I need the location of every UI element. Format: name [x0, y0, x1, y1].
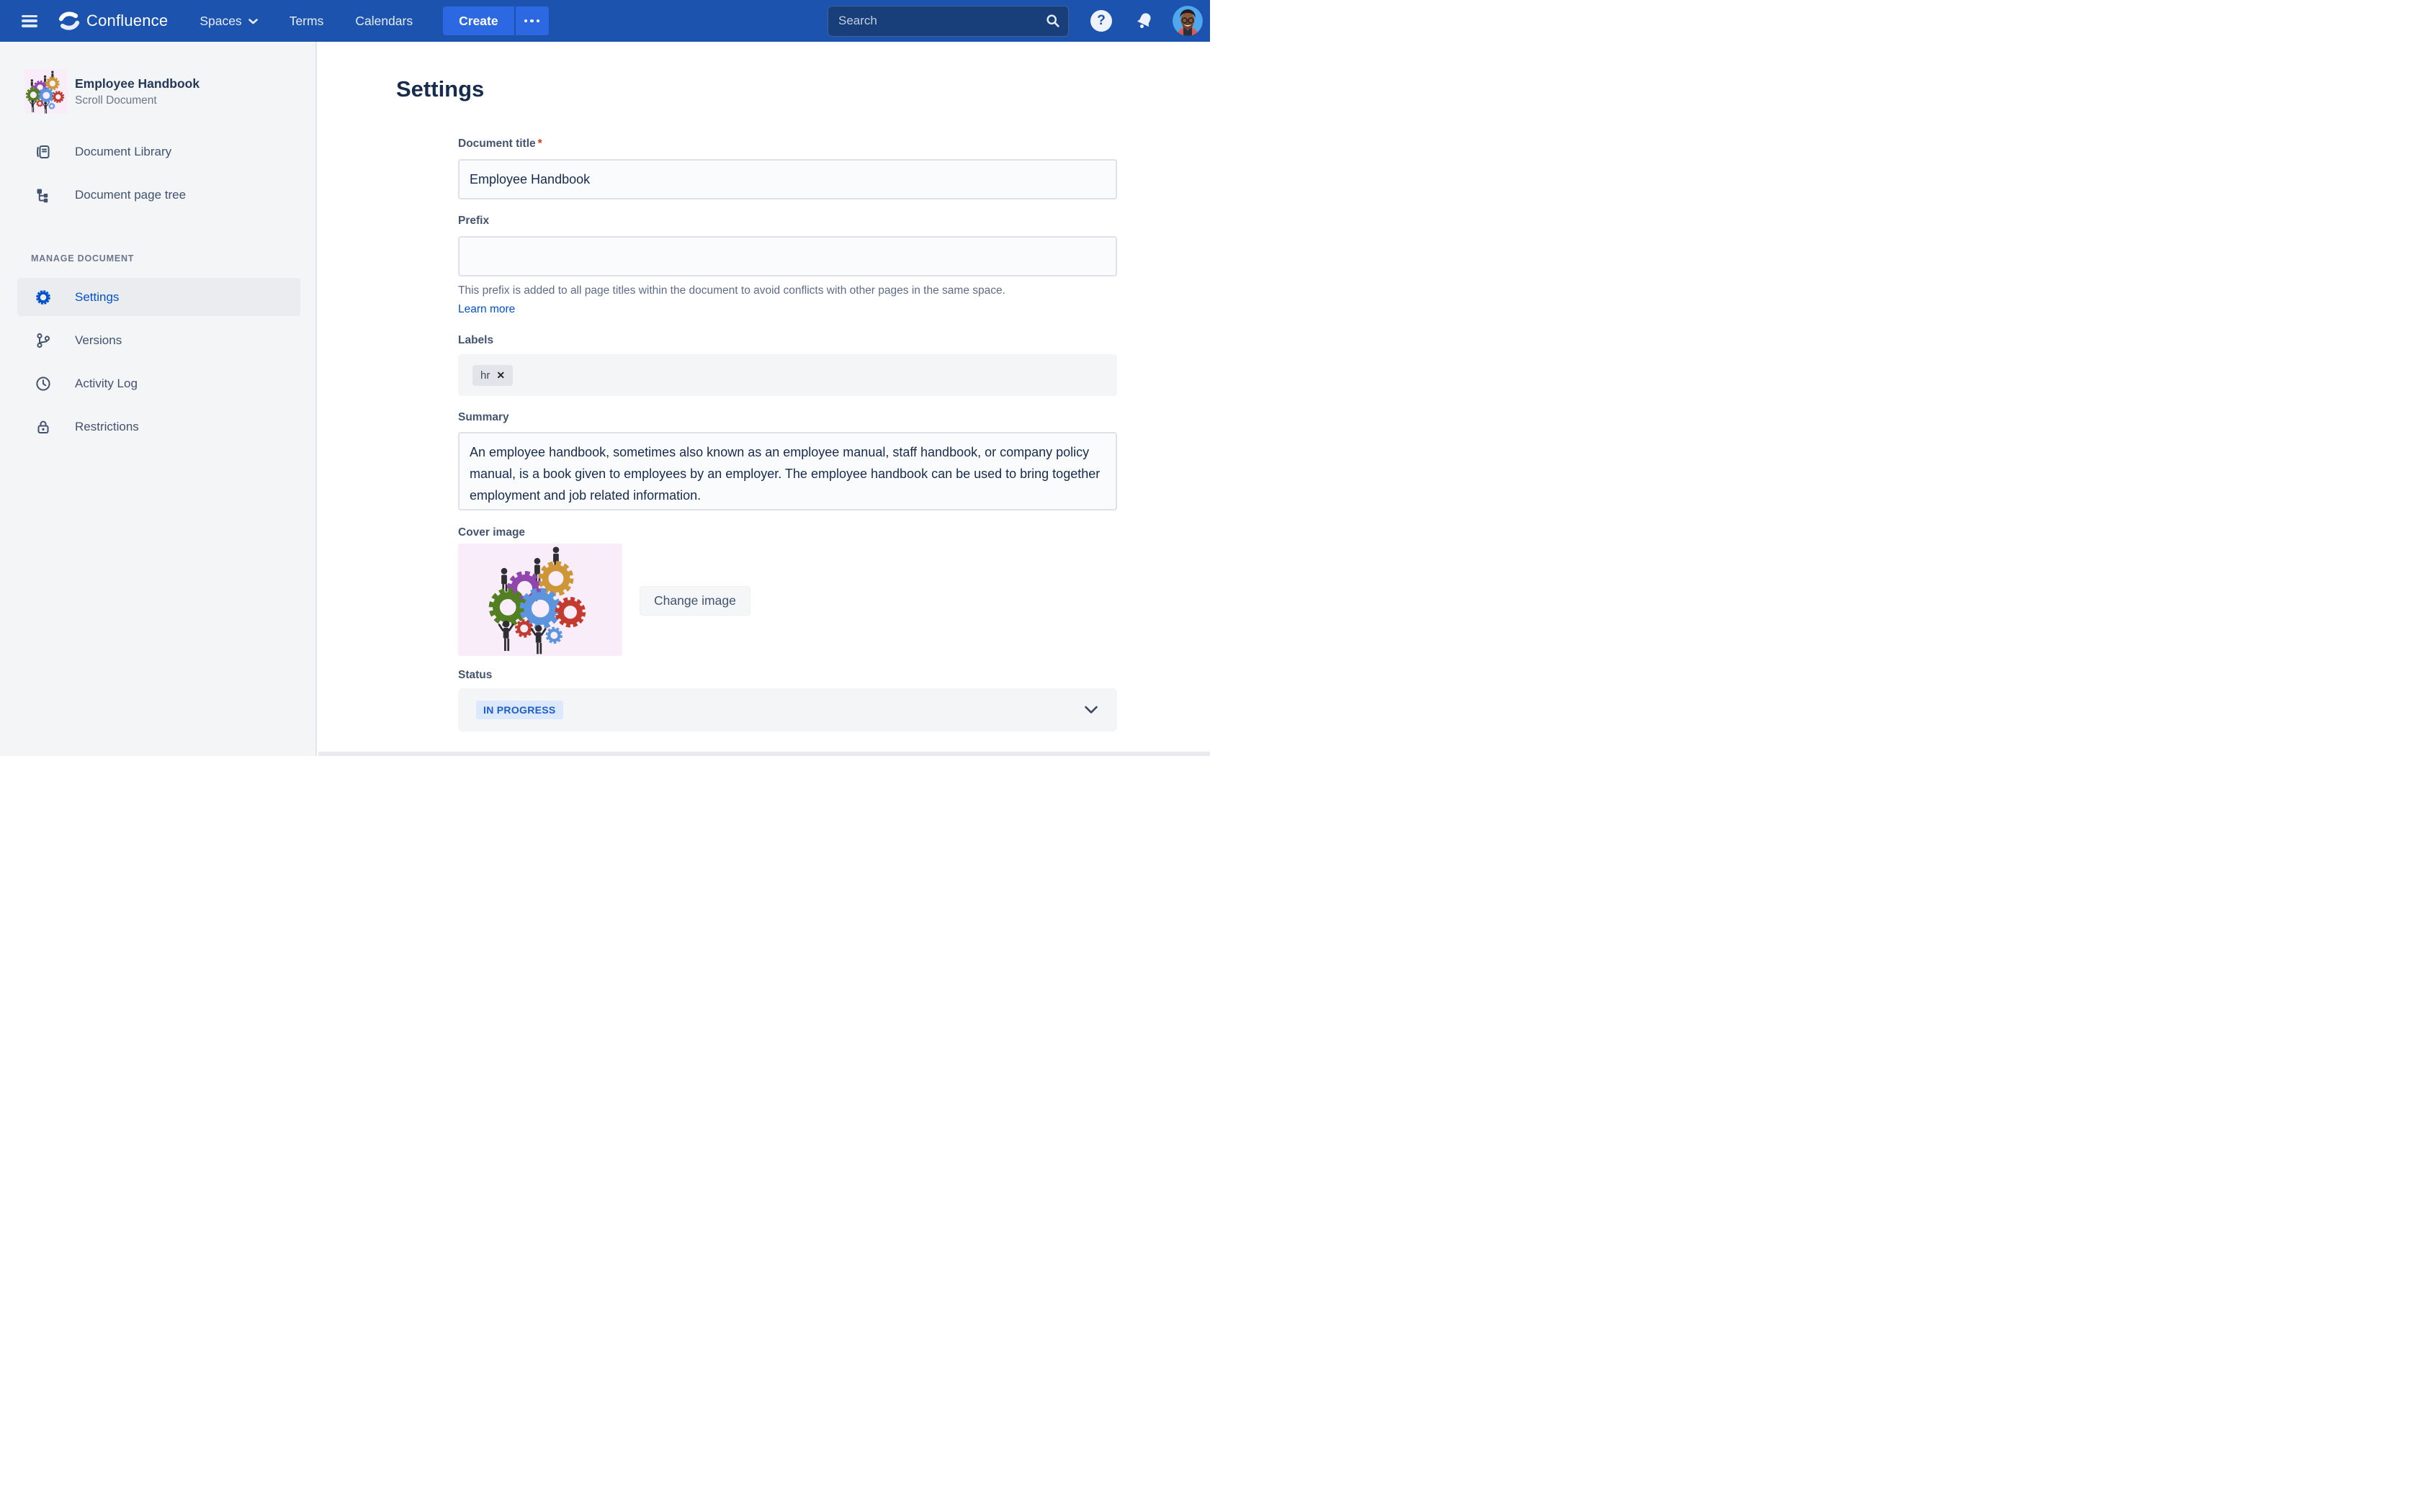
change-image-button[interactable]: Change image	[640, 586, 750, 616]
status-dropdown[interactable]: IN PROGRESS	[458, 688, 1117, 732]
sidebar-item-restrictions[interactable]: Restrictions	[0, 414, 315, 440]
sidebar-item-label: Versions	[75, 333, 122, 348]
sidebar-item-label: Restrictions	[75, 420, 139, 434]
sidebar: Employee Handbook Scroll Document Docume…	[0, 42, 317, 756]
status-label: Status	[458, 669, 1117, 682]
create-button[interactable]: Create	[443, 6, 514, 35]
settings-form: Document title* Prefix This prefix is ad…	[458, 138, 1117, 732]
tree-icon	[35, 186, 52, 204]
tag-remove-icon[interactable]: ✕	[496, 369, 505, 382]
top-navbar: Confluence Spaces Terms Calendars Create…	[0, 0, 1210, 42]
document-title-label: Document title*	[458, 138, 542, 150]
nav-calendars[interactable]: Calendars	[355, 14, 413, 29]
prefix-help-text: This prefix is added to all page titles …	[458, 284, 1117, 297]
notebook-icon	[35, 143, 52, 161]
search-container	[828, 6, 1069, 37]
create-split-button: Create	[443, 6, 548, 35]
confluence-logo-icon	[58, 9, 81, 32]
gear-icon	[35, 289, 52, 306]
clock-icon	[35, 375, 52, 392]
document-header: Employee Handbook Scroll Document	[24, 69, 315, 114]
manage-document-section-header: MANAGE DOCUMENT	[31, 253, 315, 264]
search-icon[interactable]	[1040, 9, 1066, 34]
sidebar-item-label: Settings	[75, 290, 119, 305]
settings-page: Settings Document title* Prefix This pre…	[318, 42, 1210, 756]
sidebar-item-activity-log[interactable]: Activity Log	[0, 371, 315, 397]
sidebar-item-label: Activity Log	[75, 377, 138, 391]
notifications-bell-icon[interactable]	[1134, 10, 1155, 32]
label-tag-text: hr	[480, 369, 490, 382]
status-badge: IN PROGRESS	[476, 701, 563, 719]
learn-more-link[interactable]: Learn more	[458, 303, 515, 316]
nav-spaces[interactable]: Spaces	[200, 14, 257, 29]
document-type: Scroll Document	[75, 94, 200, 107]
page-bottom-divider	[318, 752, 1210, 756]
sidebar-item-label: Document page tree	[75, 188, 186, 202]
more-button[interactable]	[516, 6, 549, 35]
confluence-logo[interactable]: Confluence	[58, 9, 168, 32]
hamburger-menu-icon[interactable]	[22, 15, 37, 27]
labels-label: Labels	[458, 334, 1117, 347]
sidebar-item-document-library[interactable]: Document Library	[0, 139, 315, 165]
help-icon[interactable]: ?	[1090, 10, 1112, 32]
document-title: Employee Handbook	[75, 76, 200, 91]
cover-image-label: Cover image	[458, 526, 1117, 539]
ellipsis-icon	[524, 19, 528, 23]
sidebar-item-document-page-tree[interactable]: Document page tree	[0, 182, 315, 208]
sidebar-item-label: Document Library	[75, 145, 171, 159]
user-avatar[interactable]	[1173, 6, 1203, 36]
page-title: Settings	[396, 76, 1210, 102]
nav-terms[interactable]: Terms	[290, 14, 324, 29]
labels-field[interactable]: hr ✕	[458, 354, 1117, 396]
prefix-label: Prefix	[458, 215, 1117, 228]
sidebar-item-versions[interactable]: Versions	[0, 328, 315, 354]
sidebar-item-settings-active[interactable]: Settings	[17, 278, 300, 316]
product-name: Confluence	[86, 12, 168, 30]
summary-label: Summary	[458, 411, 1117, 424]
document-title-input[interactable]	[458, 159, 1117, 199]
chevron-down-icon	[248, 19, 258, 24]
label-tag: hr ✕	[472, 365, 513, 386]
document-thumbnail	[24, 69, 68, 114]
required-asterisk: *	[538, 138, 542, 150]
prefix-input[interactable]	[458, 236, 1117, 276]
branch-icon	[35, 332, 52, 349]
search-input[interactable]	[828, 6, 1069, 37]
summary-textarea[interactable]: An employee handbook, sometimes also kno…	[458, 432, 1117, 510]
chevron-down-icon	[1084, 706, 1098, 714]
lock-icon	[35, 418, 52, 436]
cover-image-preview	[458, 544, 622, 656]
